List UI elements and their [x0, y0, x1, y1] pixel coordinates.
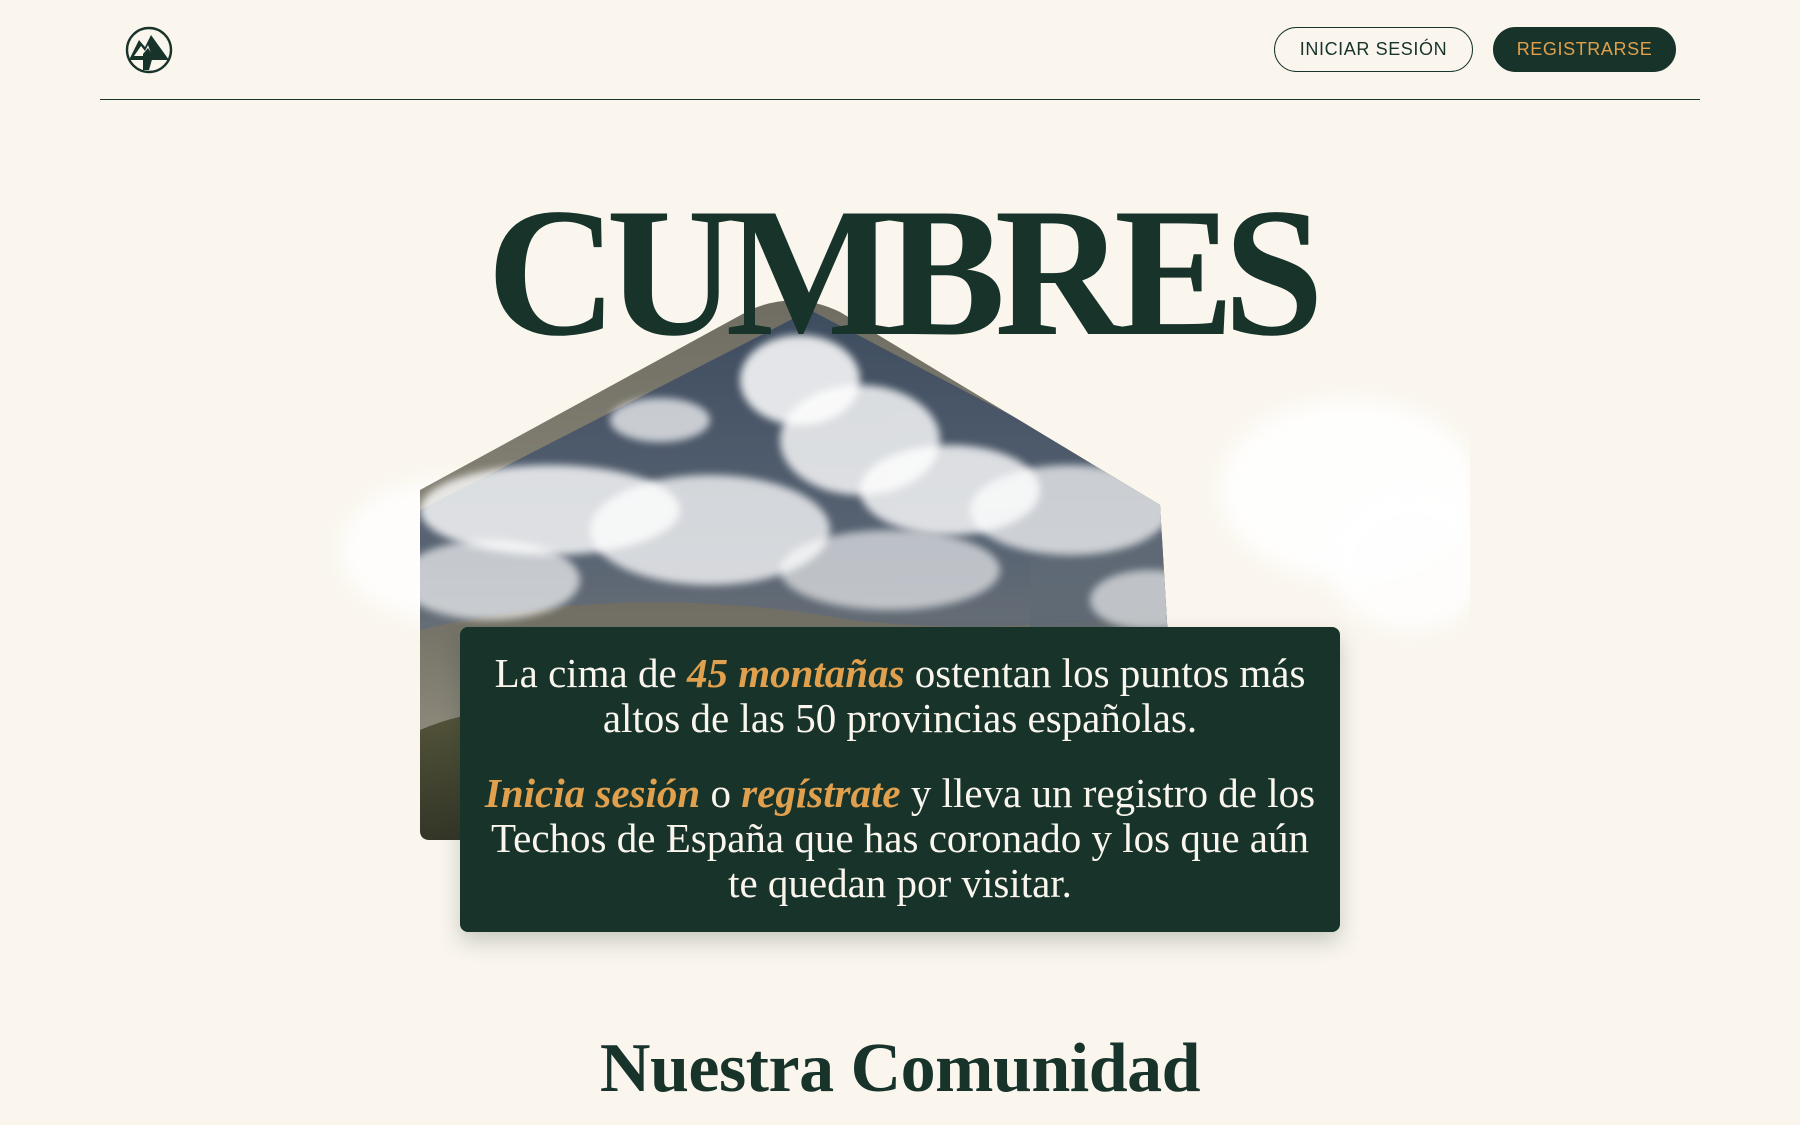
intro-text-start: La cima de [494, 650, 687, 696]
register-inline-link[interactable]: regístrate [741, 770, 900, 816]
cta-connector: o [700, 770, 742, 816]
login-button[interactable]: INICIAR SESIÓN [1274, 27, 1473, 72]
register-button[interactable]: REGISTRARSE [1493, 27, 1676, 72]
top-navbar: INICIAR SESIÓN REGISTRARSE [100, 0, 1700, 100]
brand-title: CUMBRES [486, 170, 1324, 374]
mountain-logo-icon[interactable] [125, 26, 173, 74]
mountain-count-highlight: 45 montañas [686, 650, 905, 696]
cta-text: Inicia sesión o regístrate y lleva un re… [484, 771, 1316, 906]
login-inline-link[interactable]: Inicia sesión [485, 770, 700, 816]
community-section-title: Nuestra Comunidad [599, 1030, 1201, 1107]
intro-card: La cima de 45 montañas ostentan los punt… [460, 627, 1340, 932]
intro-text: La cima de 45 montañas ostentan los punt… [484, 651, 1316, 741]
